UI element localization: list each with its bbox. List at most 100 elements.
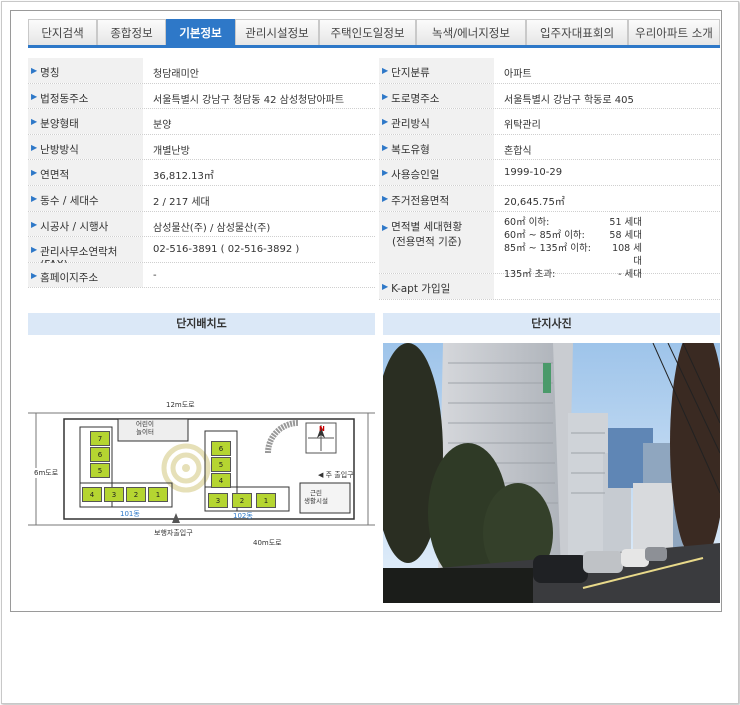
- bullet-arrow-icon: ▶: [31, 117, 38, 127]
- tab-8[interactable]: 우리아파트 소개: [628, 19, 720, 45]
- complex-photo-title: 단지사진: [383, 313, 720, 335]
- area-breakdown-item: 60㎡ 이하: 51 세대: [504, 216, 720, 229]
- field-label-text: 법정동주소: [40, 92, 89, 105]
- field-label: ▶관리사무소연락처(FAX): [28, 237, 143, 271]
- info-row: ▶ 동수 / 세대수 2 / 217 세대: [28, 185, 375, 212]
- field-label: ▶ 동수 / 세대수: [28, 185, 143, 211]
- building-101-label: 101동: [120, 510, 140, 518]
- tab-7[interactable]: 입주자대표회의: [526, 19, 628, 45]
- area-label-line2: (전용면적 기준): [392, 235, 462, 248]
- bullet-arrow-icon: ▶: [31, 66, 38, 75]
- building-101-unit: 7: [90, 431, 110, 446]
- field-label: ▶ 주거전용면적: [379, 185, 494, 211]
- pedestrian-entrance-label: 보행자출입구: [154, 529, 193, 537]
- bullet-arrow-icon: ▶: [382, 66, 389, 75]
- bullet-arrow-icon: ▶: [31, 91, 38, 101]
- building-101-unit: 4: [82, 487, 102, 502]
- building-102-unit: 4: [211, 473, 231, 488]
- main-entrance-label: ◀ 주 출입구: [318, 471, 354, 479]
- bullet-arrow-icon: ▶: [382, 281, 389, 291]
- field-label: ▶ K-apt 가입일: [379, 273, 494, 299]
- tab-3[interactable]: 기본정보: [166, 19, 235, 45]
- area-range: 85㎡ ~ 135㎡ 이하:: [504, 242, 591, 254]
- tab-2[interactable]: 종합정보: [97, 19, 166, 45]
- field-value: 아파트: [504, 69, 532, 80]
- bullet-arrow-icon: ▶: [382, 117, 389, 127]
- bullet-arrow-icon: ▶: [382, 193, 389, 203]
- field-label: ▶ 시공사 / 시행사: [28, 211, 143, 237]
- building-101-unit: 1: [148, 487, 168, 502]
- area-count: 58 세대: [609, 229, 642, 241]
- info-row: ▶ 명칭 청담래미안: [28, 58, 375, 84]
- field-label-text: 홈페이지주소: [40, 271, 99, 284]
- field-label-text: 연면적: [40, 169, 70, 182]
- field-label-text: 명칭: [40, 67, 60, 79]
- field-label: ▶ 관리방식: [379, 109, 494, 134]
- building-101-unit: 5: [90, 463, 110, 478]
- tab-1[interactable]: 단지검색: [28, 19, 97, 45]
- field-label: ▶ 법정동주소: [28, 83, 143, 109]
- field-label-text: 난방방식: [40, 143, 79, 156]
- info-row: ▶ 연면적 36,812.13㎡: [28, 160, 375, 186]
- info-row: ▶ 관리방식 위탁관리: [379, 109, 720, 135]
- info-row: ▶ 법정동주소 서울특별시 강남구 청담동 42 삼성청담아파트: [28, 83, 375, 110]
- field-value: 서울특별시 강남구 청담동 42 삼성청담아파트: [153, 94, 345, 106]
- building-101-unit: 2: [126, 487, 146, 502]
- kapt-row: ▶ K-apt 가입일: [379, 273, 720, 300]
- basic-info-table-right: ▶ 단지분류 아파트 ▶ 도로명주소 서울특별시 강남구 학동로 405 ▶ 관리방식 위탁관리…: [379, 58, 720, 300]
- road-bottom-label: 40m도로: [253, 539, 282, 547]
- building-102-unit: 3: [208, 493, 228, 508]
- area-breakdown-row: ▶ 면적별 세대현황 (전용면적 기준) 60㎡ 이하: 51 세대 60㎡ ~ 85㎡ …: [379, 211, 720, 280]
- field-value: 20,645.75㎡: [504, 196, 565, 208]
- field-label: ▶ 난방방식: [28, 134, 143, 160]
- field-label: ▶ 연면적: [28, 160, 143, 185]
- area-range: 60㎡ 이하:: [504, 216, 550, 228]
- complex-photo: [383, 343, 720, 603]
- area-breakdown-item: 60㎡ ~ 85㎡ 이하: 58 세대: [504, 229, 720, 242]
- bullet-arrow-icon: ▶: [31, 168, 38, 178]
- area-breakdown-label: ▶ 면적별 세대현황 (전용면적 기준): [379, 211, 494, 273]
- field-label-text: 사용승인일: [391, 169, 440, 182]
- building-102-unit: 5: [211, 457, 231, 472]
- tab-4[interactable]: 관리시설정보: [235, 19, 319, 45]
- field-label: ▶ 도로명주소: [379, 83, 494, 109]
- site-plan-diagram: 7654321654321 12m도로 6m도로 40m도로 어린이 놀이터 ◀…: [28, 343, 375, 603]
- field-label: ▶ 단지분류: [379, 58, 494, 83]
- building-101-unit: 3: [104, 487, 124, 502]
- bullet-arrow-icon: ▶: [31, 270, 38, 280]
- info-row: ▶ 주거전용면적 20,645.75㎡: [379, 185, 720, 212]
- bullet-arrow-icon: ▶: [31, 219, 38, 229]
- field-value: 청담래미안: [153, 69, 199, 80]
- area-breakdown-item: 85㎡ ~ 135㎡ 이하: 108 세대: [504, 242, 720, 268]
- tab-5[interactable]: 주택인도일정보: [319, 19, 416, 45]
- field-label-text: 단지분류: [391, 67, 430, 79]
- bullet-arrow-icon: ▶: [382, 222, 389, 232]
- field-value: 2 / 217 세대: [153, 196, 210, 208]
- tab-6[interactable]: 녹색/에너지정보: [416, 19, 526, 45]
- bullet-arrow-icon: ▶: [382, 142, 389, 152]
- info-row: ▶ 분양형태 분양: [28, 109, 375, 135]
- field-value: 36,812.13㎡: [153, 171, 214, 183]
- facility-label: 근린 생활시설: [304, 489, 328, 505]
- info-row: ▶ 사용승인일 1999-10-29: [379, 160, 720, 186]
- info-row: ▶ 난방방식 개별난방: [28, 134, 375, 161]
- field-label-text: 시공사 / 시행사: [40, 220, 109, 233]
- field-value: 분양: [153, 120, 172, 132]
- playground-label: 어린이 놀이터: [136, 420, 154, 436]
- tab-bar: 단지검색 종합정보 기본정보 관리시설정보 주택인도일정보 녹색/에너지정보 입주자대표회의…: [28, 19, 720, 48]
- info-row: ▶ 복도유형 혼합식: [379, 134, 720, 161]
- info-row: ▶관리사무소연락처(FAX) 02-516-3891 ( 02-516-3892 …: [28, 237, 375, 271]
- compass-north-label: N: [319, 425, 325, 433]
- field-label-text: 복도유형: [391, 143, 430, 156]
- field-label-text: 동수 / 세대수: [40, 194, 99, 207]
- field-value: 개별난방: [153, 145, 190, 157]
- basic-info-table-left: ▶ 명칭 청담래미안 ▶ 법정동주소 서울특별시 강남구 청담동 42 삼성청담아파트 ▶ 분…: [28, 58, 375, 289]
- info-row: ▶ 도로명주소 서울특별시 강남구 학동로 405: [379, 83, 720, 110]
- road-left-label: 6m도로: [34, 468, 59, 478]
- field-value: 혼합식: [504, 145, 532, 157]
- field-label-text: 분양형태: [40, 118, 79, 131]
- road-top-label: 12m도로: [166, 401, 195, 409]
- field-value: 1999-10-29: [504, 167, 563, 179]
- area-label-line1: 면적별 세대현황: [391, 220, 463, 233]
- bullet-arrow-icon: ▶: [31, 193, 38, 203]
